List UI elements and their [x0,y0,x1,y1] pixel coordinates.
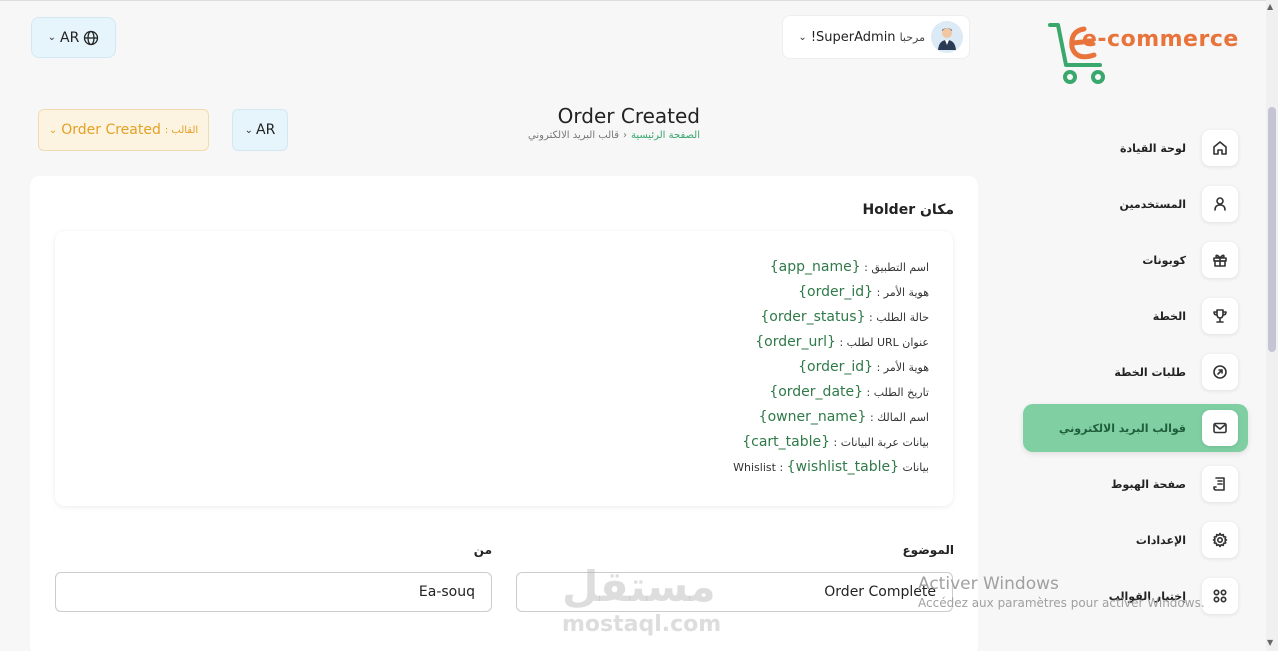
chevron-down-icon: ⌄ [48,124,58,136]
template-value: Order Created [61,122,161,138]
trophy-icon [1202,298,1238,334]
email-template-card: مكان Holder اسم التطبيق : {app_name} هوي… [30,176,978,651]
breadcrumb: الصفحة الرئيسية ‹ قالب البريد الالكتروني [528,130,700,141]
scroll-thumb[interactable] [1268,107,1276,352]
avatar [931,21,963,53]
page-header: القالب : Order Created ⌄ ⌄ AR Order Crea… [0,100,1000,160]
breadcrumb-current: قالب البريد الالكتروني [528,130,619,141]
arrow-circle-icon [1202,354,1238,390]
scroll-up-icon[interactable]: ▲ [1267,2,1273,11]
sidebar-item-settings[interactable]: الإعدادات [1023,516,1248,564]
breadcrumb-separator: ‹ [623,130,627,141]
placeholder-row: هوية الأمر : {order_id} [798,359,929,375]
sidebar-item-landing-page[interactable]: صفحة الهبوط [1023,460,1248,508]
page-title: Order Created [557,104,700,128]
content-language-selector[interactable]: ⌄ AR [232,109,288,151]
home-icon [1202,130,1238,166]
sidebar-item-plan[interactable]: الخطة [1023,292,1248,340]
sidebar-item-email-templates[interactable]: قوالب البريد الالكتروني [1023,404,1248,452]
gift-icon [1202,242,1238,278]
breadcrumb-home[interactable]: الصفحة الرئيسية [631,130,700,141]
sidebar-item-coupons[interactable]: كوبونات [1023,236,1248,284]
sidebar-item-users[interactable]: المستخدمين [1023,180,1248,228]
gear-icon [1202,522,1238,558]
globe-icon [84,30,99,45]
placeholder-row: بيانات Whislist : {wishlist_table} [733,459,929,475]
template-selector[interactable]: القالب : Order Created ⌄ [38,109,209,151]
brand-logo[interactable]: e-commerce [1048,21,1248,85]
sidebar-item-label: قوالب البريد الالكتروني [1059,421,1186,435]
from-label: من [473,543,492,557]
sidebar-item-label: كوبونات [1142,253,1186,267]
sidebar: لوحة القيادة المستخدمين كوبونات الخطة طل… [1018,118,1258,618]
sidebar-item-label: طلبات الخطة [1114,365,1186,379]
sidebar-item-label: لوحة القيادة [1119,141,1186,155]
scrollbar[interactable]: ▲ ▼ [1266,0,1278,651]
sidebar-item-label: المستخدمين [1119,197,1186,211]
placeholder-row: تاريخ الطلب : {order_date} [769,384,929,400]
template-label: القالب : [164,124,199,136]
greeting-text: مرحبا [899,30,925,44]
user-name: SuperAdmin! [810,29,896,45]
placeholder-row: اسم المالك : {owner_name} [758,409,929,425]
user-menu[interactable]: مرحبا SuperAdmin! ⌄ [782,15,970,59]
subject-label: الموضوع [902,543,954,557]
placeholder-row: هوية الأمر : {order_id} [798,284,929,300]
mail-icon [1202,410,1238,446]
windows-activation-watermark: Activer Windows Accédez aux paramètres p… [918,574,1205,610]
logo-text: e-commerce [1082,27,1239,52]
from-input[interactable]: Ea-souq [55,572,492,612]
placeholder-row: عنوان URL لطلب : {order_url} [755,334,929,350]
sidebar-item-plan-requests[interactable]: طلبات الخطة [1023,348,1248,396]
top-bar: ⌄ AR مرحبا SuperAdmin! ⌄ e-commerce [0,0,1278,88]
placeholder-row: اسم التطبيق : {app_name} [769,259,929,275]
language-selector[interactable]: ⌄ AR [31,17,116,58]
sidebar-item-label: الإعدادات [1135,533,1186,547]
grid-icon [1202,578,1238,614]
site-watermark-logo: مستقل [562,562,716,611]
scroll-down-icon[interactable]: ▼ [1267,638,1273,647]
user-greeting: مرحبا SuperAdmin! ⌄ [798,30,925,45]
user-icon [1202,186,1238,222]
activation-title: Activer Windows [918,574,1059,594]
content-language-label: AR [256,122,276,138]
sidebar-item-label: صفحة الهبوط [1111,477,1186,491]
placeholder-list: اسم التطبيق : {app_name} هوية الأمر : {o… [55,231,953,506]
chevron-down-icon: ⌄ [47,32,57,43]
placeholder-row: بيانات عربة البيانات : {cart_table} [742,434,929,450]
document-icon [1202,466,1238,502]
chevron-down-icon: ⌄ [798,31,807,43]
chevron-down-icon: ⌄ [244,124,254,136]
placeholder-row: حالة الطلب : {order_status} [760,309,929,325]
site-watermark-url: mostaql.com [562,612,722,637]
placeholder-section-title: مكان Holder [862,202,954,218]
activation-subtitle: Accédez aux paramètres pour activer Wind… [918,596,1205,610]
sidebar-item-dashboard[interactable]: لوحة القيادة [1023,124,1248,172]
sidebar-item-label: الخطة [1152,309,1186,323]
language-label: AR [60,29,80,46]
